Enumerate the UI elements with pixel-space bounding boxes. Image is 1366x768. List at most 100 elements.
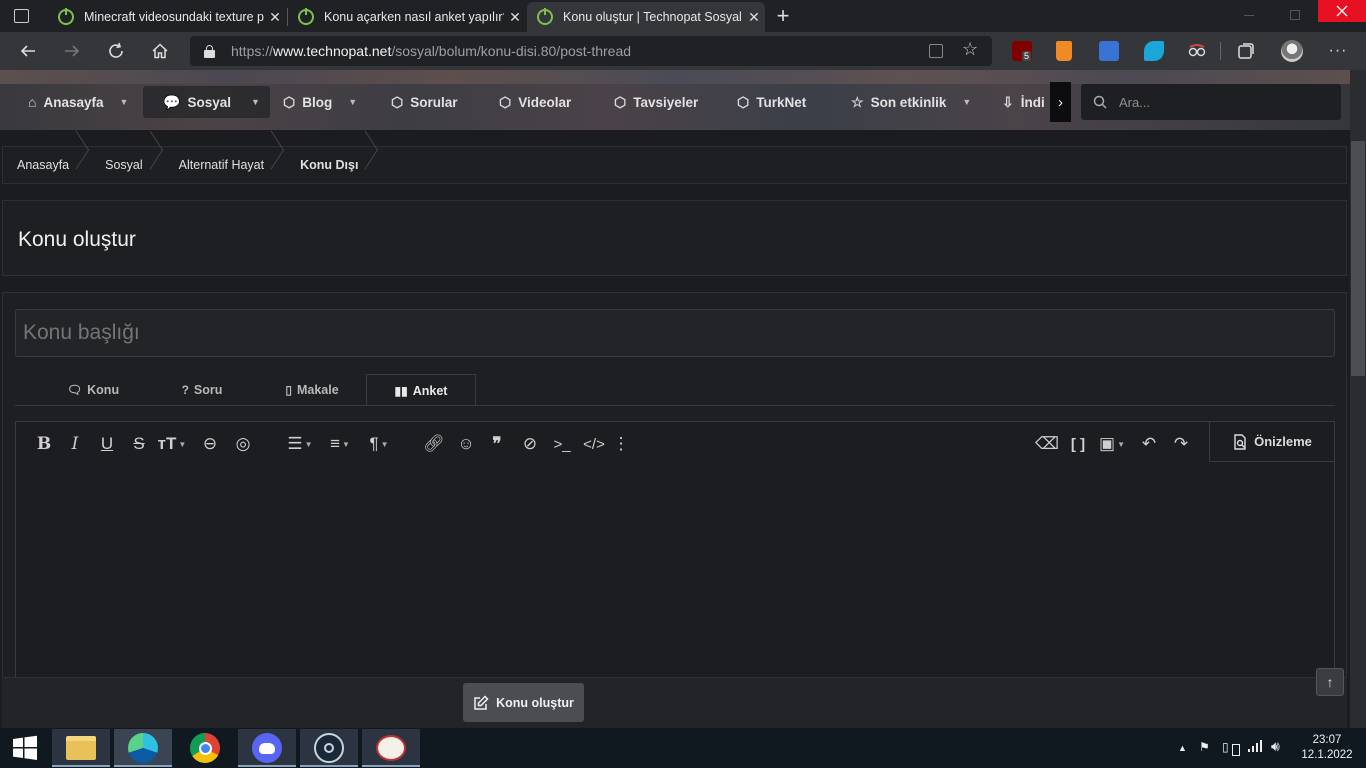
nav-item-sorular[interactable]: ⬡ Sorular (391, 86, 458, 118)
taskbar-steam[interactable] (300, 729, 358, 767)
font-size-button[interactable]: тT ▼ (156, 432, 188, 456)
paragraph-button[interactable]: ¶ ▼ (364, 432, 394, 456)
split-screen-icon[interactable] (929, 44, 943, 58)
nav-item-indir[interactable]: ⇩ İndi (1002, 86, 1050, 118)
undo-button[interactable]: ↶ (1138, 432, 1160, 456)
breadcrumb-item-alternatif-hayat[interactable]: Alternatif Hayat (165, 147, 286, 183)
emoji-button[interactable]: ☺ (455, 432, 477, 456)
edit-icon (474, 694, 489, 710)
glasses-icon[interactable] (1187, 41, 1207, 61)
battery-icon[interactable] (1232, 744, 1240, 756)
color-button[interactable]: ◎ (232, 432, 254, 456)
browser-tab-1[interactable]: Minecraft videosundaki texture p ✕ (48, 2, 286, 32)
create-thread-button[interactable]: Konu oluştur (463, 683, 584, 722)
scroll-to-top-button[interactable]: ↑ (1316, 668, 1344, 696)
inline-code-button[interactable]: >_ (550, 432, 574, 456)
new-tab-button[interactable]: + (772, 3, 794, 29)
tab-anket[interactable]: ▮▮ Anket (366, 374, 476, 406)
link-bb-button[interactable]: ⊖ (199, 432, 221, 456)
bin-icon[interactable] (1056, 41, 1072, 61)
insert-link-button[interactable]: 🔗︎ (423, 432, 445, 456)
flag-icon[interactable]: ⚑ (1199, 740, 1210, 754)
taskbar-paint[interactable] (362, 729, 420, 767)
nav-item-tavsiyeler[interactable]: ⬡ Tavsiyeler (614, 86, 698, 118)
volume-icon[interactable]: 🔊︎ (1271, 738, 1280, 755)
chevron-right-icon: › (1058, 93, 1063, 111)
nav-item-blog[interactable]: ⬡ Blog ▼ (283, 86, 357, 118)
back-button[interactable] (12, 32, 44, 70)
refresh-button[interactable] (100, 32, 132, 70)
favorite-star-icon[interactable]: ☆ (962, 39, 978, 60)
device-icon[interactable]: ▯ (1222, 740, 1229, 754)
network-icon[interactable] (1248, 740, 1262, 755)
close-icon[interactable]: ✕ (264, 9, 286, 26)
tab-makale[interactable]: ▯ Makale (271, 374, 353, 406)
maximize-button[interactable] (1272, 0, 1318, 32)
italic-button[interactable]: I (65, 432, 85, 456)
nav-item-videolar[interactable]: ⬡ Videolar (499, 86, 571, 118)
align-icon: ≡ (330, 434, 340, 453)
close-icon[interactable]: ✕ (743, 9, 765, 26)
chevron-down-icon[interactable]: ▼ (120, 97, 129, 107)
preview-button[interactable]: Önizleme (1209, 422, 1334, 462)
strikethrough-button[interactable]: S (129, 432, 149, 456)
taskbar-clock[interactable]: 23:07 12.1.2022 (1296, 733, 1358, 763)
nav-item-sosyal[interactable]: 💬 Sosyal ▼ (143, 86, 270, 118)
profile-avatar[interactable] (1281, 40, 1303, 62)
list-button[interactable]: ☰ ▼ (285, 432, 315, 456)
screen-icon[interactable] (1144, 41, 1164, 61)
more-options-button[interactable]: ··· (1322, 32, 1354, 70)
browser-tab-3[interactable]: Konu oluştur | Technopat Sosyal ✕ (527, 2, 765, 32)
chevron-down-icon[interactable]: ▼ (348, 97, 357, 107)
lock-icon[interactable] (204, 44, 215, 58)
underline-button[interactable]: U (97, 432, 117, 456)
ublock-icon[interactable]: 5 (1012, 41, 1032, 61)
forward-button[interactable] (56, 32, 88, 70)
bold-icon: B (36, 434, 52, 454)
redo-button[interactable]: ↷ (1170, 432, 1192, 456)
remove-format-button[interactable]: ⌫ (1035, 432, 1059, 456)
breadcrumb-item-sosyal[interactable]: Sosyal (91, 147, 165, 183)
spoiler-button[interactable]: ⊘ (518, 432, 542, 456)
toolbar-divider (1220, 42, 1221, 60)
browser-tab-2[interactable]: Konu açarken nasıl anket yapılır? ✕ (288, 2, 526, 32)
chevron-down-icon[interactable]: ▼ (962, 97, 971, 107)
more-tools-button[interactable]: ⋮ (613, 432, 630, 456)
thread-title-input[interactable] (15, 309, 1335, 357)
taskbar-discord[interactable] (238, 729, 296, 767)
scrollbar-thumb[interactable] (1351, 141, 1365, 376)
tab-soru[interactable]: ? Soru (164, 374, 240, 406)
tab-actions-icon[interactable] (14, 9, 29, 23)
rich-text-editor[interactable] (15, 421, 1335, 691)
site-search-input[interactable]: Ara... (1081, 84, 1341, 120)
tab-konu[interactable]: 🗨 Konu (55, 374, 131, 406)
nav-item-anasayfa[interactable]: ⌂ Anasayfa ▼ (28, 86, 128, 118)
taskbar-edge[interactable] (114, 729, 172, 767)
breadcrumb-item-anasayfa[interactable]: Anasayfa (3, 147, 91, 183)
quote-button[interactable]: ❞ (486, 432, 508, 456)
tab-label: Makale (296, 383, 339, 397)
drafts-button[interactable]: ▣ ▼ (1096, 432, 1128, 456)
tray-overflow-icon[interactable]: ▲ (1178, 743, 1187, 753)
minimize-button[interactable] (1226, 0, 1272, 32)
nav-scroll-right-button[interactable]: › (1050, 82, 1071, 122)
nav-label: İndi (1020, 94, 1045, 110)
taskbar-chrome[interactable] (176, 729, 234, 767)
address-bar[interactable]: https://www.technopat.net/sosyal/bolum/k… (190, 36, 992, 66)
toggle-bbcode-button[interactable]: [ ] (1067, 432, 1089, 456)
taskbar-file-explorer[interactable] (52, 729, 110, 767)
align-button[interactable]: ≡ ▼ (325, 432, 355, 456)
home-button[interactable] (144, 32, 176, 70)
save-icon: ▣ (1099, 434, 1116, 453)
breadcrumb-item-konu-disi[interactable]: Konu Dışı (286, 147, 380, 183)
collections-button[interactable] (1230, 32, 1262, 70)
code-button[interactable]: </> (582, 432, 606, 456)
chevron-down-icon[interactable]: ▼ (251, 97, 260, 107)
close-window-button[interactable] (1318, 0, 1366, 22)
close-icon[interactable]: ✕ (504, 9, 526, 26)
nav-item-son-etkinlik[interactable]: ☆ Son etkinlik ▼ (851, 86, 971, 118)
bold-button[interactable]: B (34, 432, 54, 456)
translate-icon[interactable] (1099, 41, 1119, 61)
nav-item-turknet[interactable]: ⬡ TurkNet (737, 86, 806, 118)
start-button[interactable] (0, 729, 50, 767)
